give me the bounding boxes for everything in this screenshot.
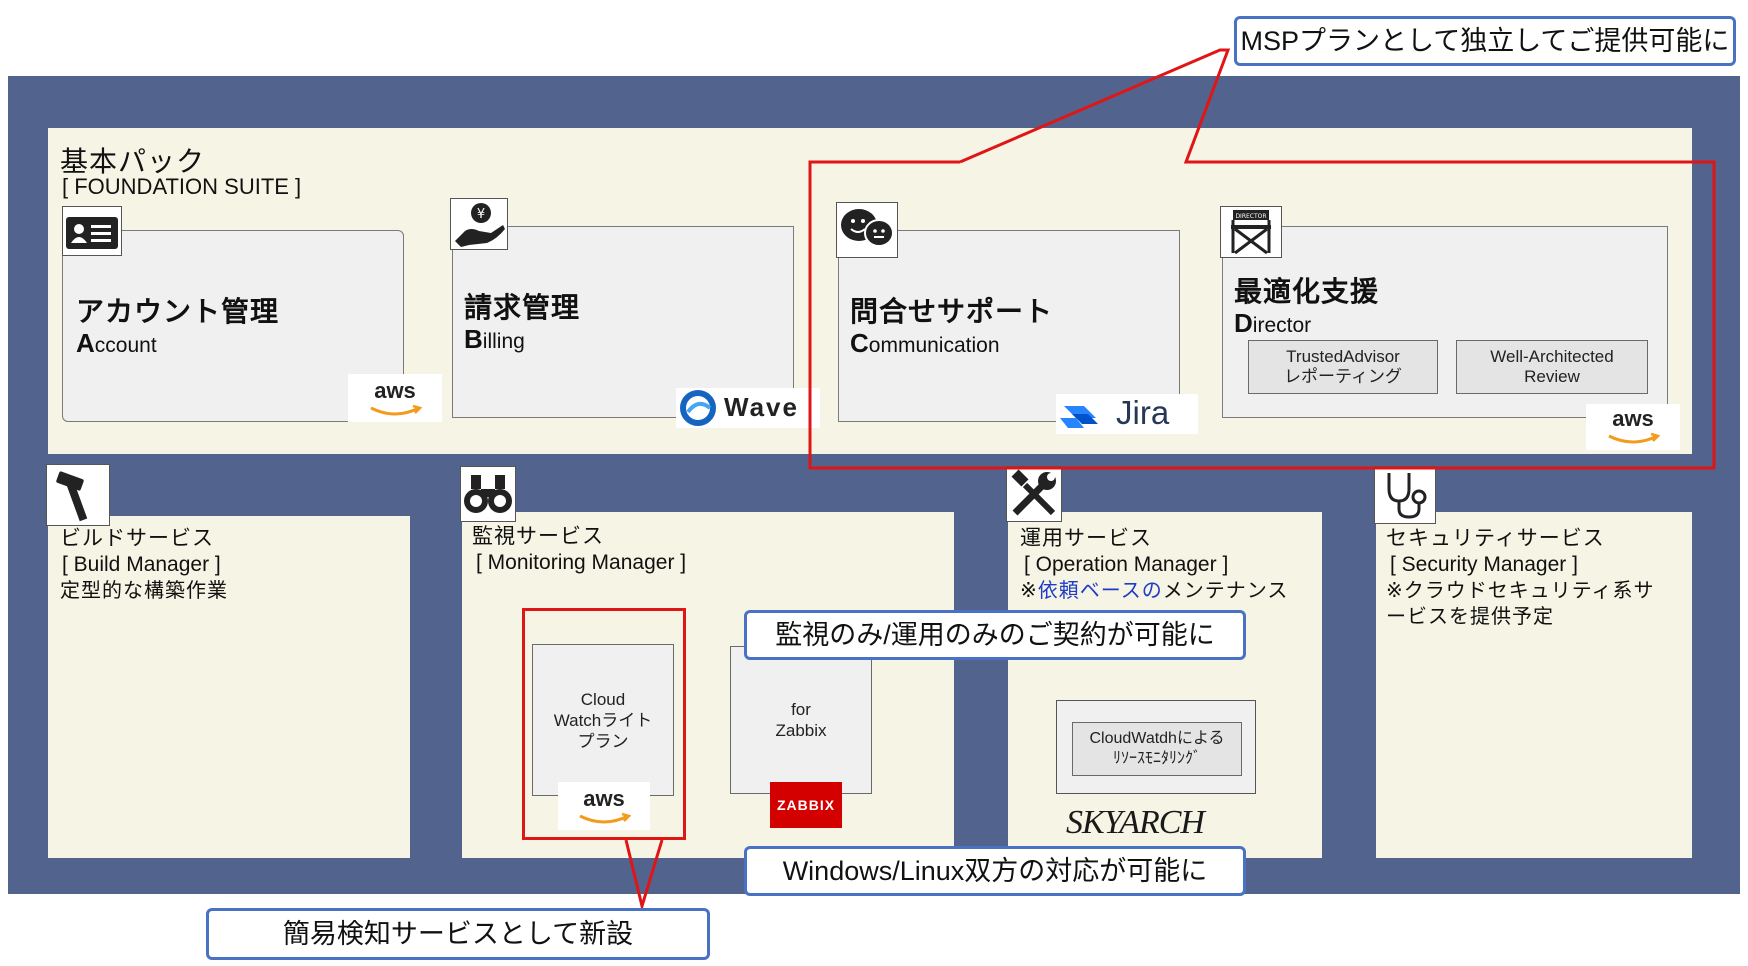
msp-callout: MSPプランとして独立してご提供可能に [1234,16,1736,66]
simple-detect-callout: 簡易検知サービスとして新設 [206,908,710,960]
callout-pointer-lines [624,48,1716,912]
windows-linux-callout: Windows/Linux双方の対応が可能に [744,846,1246,896]
monitor-only-callout: 監視のみ/運用のみのご契約が可能に [744,610,1246,660]
